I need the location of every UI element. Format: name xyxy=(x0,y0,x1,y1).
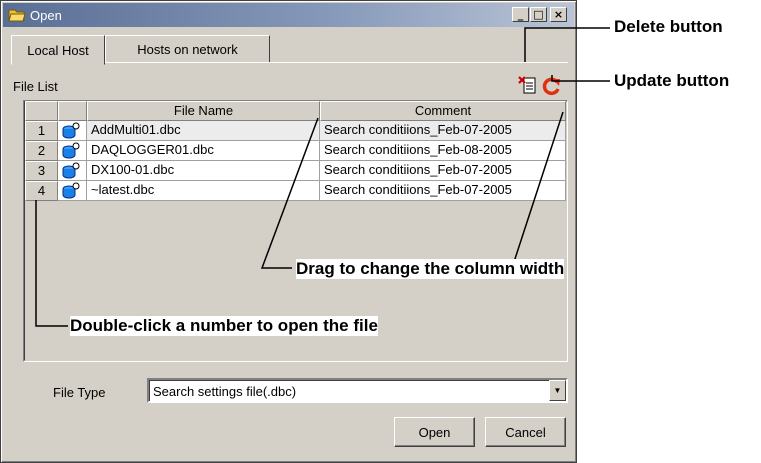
file-list-label: File List xyxy=(13,79,58,94)
database-file-icon xyxy=(58,161,87,181)
open-dialog: Open _ □ × Local Host Hosts on network F… xyxy=(0,0,577,463)
tab-hosts-on-network[interactable]: Hosts on network xyxy=(105,35,270,63)
header-number[interactable] xyxy=(25,101,58,121)
chevron-down-icon[interactable]: ▼ xyxy=(549,380,566,401)
database-file-icon xyxy=(58,121,87,141)
cancel-button[interactable]: Cancel xyxy=(485,417,566,447)
callout-update-button: Update button xyxy=(614,71,730,91)
open-button[interactable]: Open xyxy=(394,417,475,447)
header-file-name[interactable]: File Name xyxy=(87,101,320,121)
callout-delete-button: Delete button xyxy=(614,17,723,37)
header-icon[interactable] xyxy=(58,101,87,121)
file-name-cell[interactable]: ~latest.dbc xyxy=(87,181,320,201)
database-file-icon xyxy=(58,181,87,201)
file-type-select[interactable]: Search settings file(.dbc) ▼ xyxy=(147,378,568,403)
delete-icon[interactable] xyxy=(518,76,538,96)
folder-open-icon xyxy=(8,9,26,22)
callout-double-click: Double-click a number to open the file xyxy=(70,316,378,336)
maximize-button[interactable]: □ xyxy=(530,7,547,22)
refresh-icon[interactable] xyxy=(542,76,562,96)
close-button[interactable]: × xyxy=(550,7,567,22)
file-type-label: File Type xyxy=(53,385,106,400)
row-number[interactable]: 2 xyxy=(25,141,58,161)
file-type-value: Search settings file(.dbc) xyxy=(153,384,297,399)
window-title: Open xyxy=(30,8,62,23)
file-name-cell[interactable]: DX100-01.dbc xyxy=(87,161,320,181)
comment-cell[interactable]: Search conditiions_Feb-08-2005 xyxy=(320,141,566,161)
tab-local-host[interactable]: Local Host xyxy=(11,35,105,65)
row-number[interactable]: 3 xyxy=(25,161,58,181)
title-bar[interactable]: Open _ □ × xyxy=(3,3,574,27)
callout-column-width: Drag to change the column width xyxy=(296,259,565,279)
comment-cell[interactable]: Search conditiions_Feb-07-2005 xyxy=(320,161,566,181)
row-number[interactable]: 4 xyxy=(25,181,58,201)
file-name-cell[interactable]: DAQLOGGER01.dbc xyxy=(87,141,320,161)
database-file-icon xyxy=(58,141,87,161)
file-name-cell[interactable]: AddMulti01.dbc xyxy=(87,121,320,141)
comment-cell[interactable]: Search conditiions_Feb-07-2005 xyxy=(320,181,566,201)
row-number[interactable]: 1 xyxy=(25,121,58,141)
minimize-button[interactable]: _ xyxy=(512,7,529,22)
header-comment[interactable]: Comment xyxy=(320,101,566,121)
comment-cell[interactable]: Search conditiions_Feb-07-2005 xyxy=(320,121,566,141)
